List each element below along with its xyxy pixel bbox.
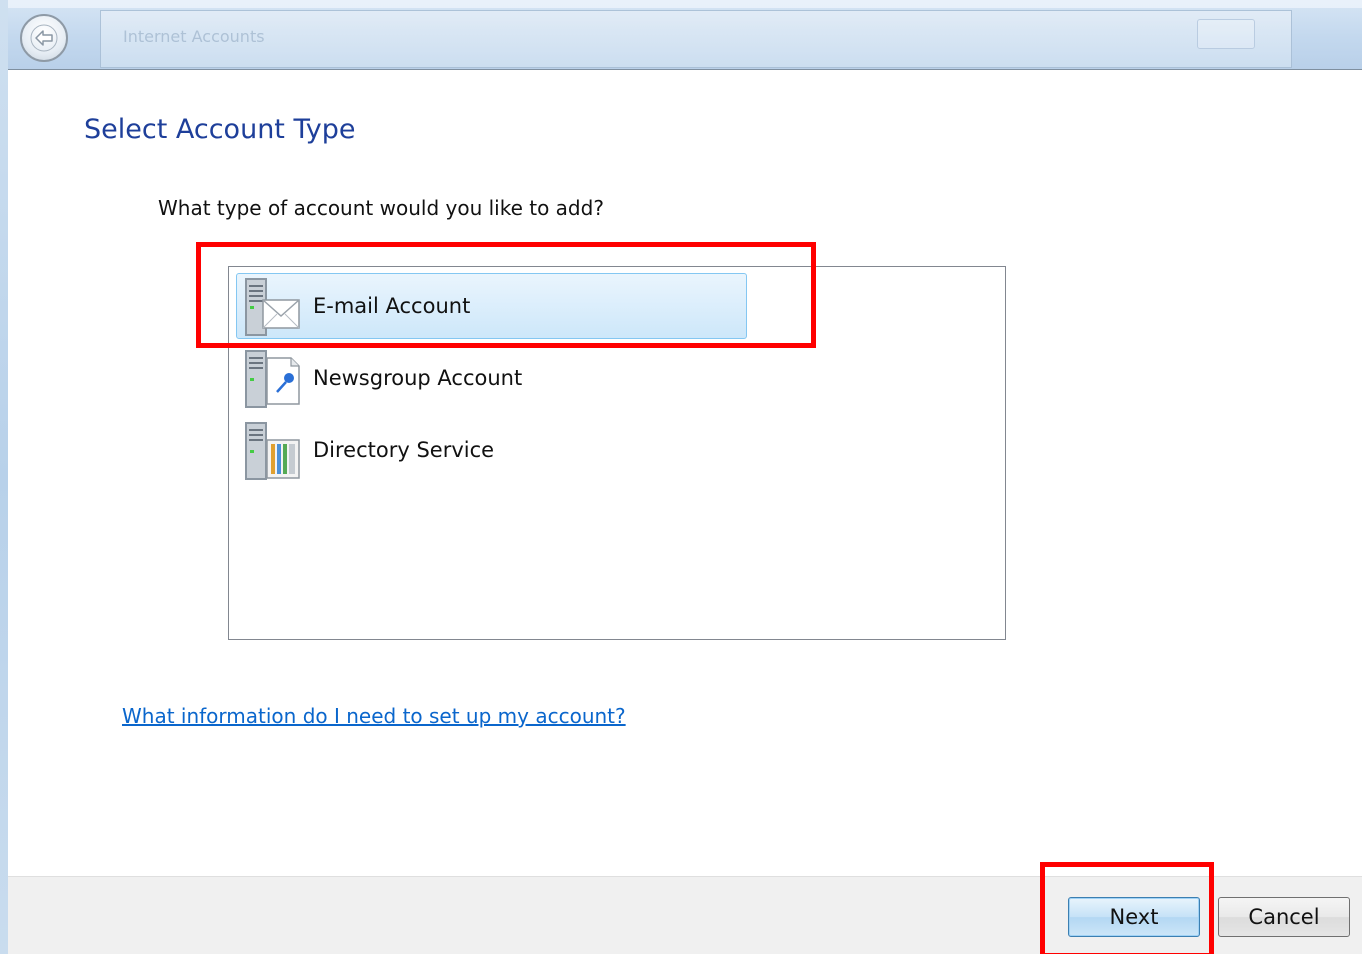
page-title: Select Account Type: [84, 114, 356, 145]
list-item-label: Directory Service: [313, 438, 495, 462]
wizard-button-bar: Next Cancel: [8, 876, 1362, 954]
list-item-newsgroup-account[interactable]: Newsgroup Account: [236, 345, 747, 411]
close-button[interactable]: [1197, 19, 1255, 49]
title-bar: Internet Accounts: [8, 0, 1362, 70]
wizard-content: Select Account Type What type of account…: [8, 70, 1362, 876]
window-title: Internet Accounts: [123, 27, 265, 46]
cancel-button[interactable]: Cancel: [1218, 897, 1350, 937]
back-arrow-icon: [30, 24, 58, 52]
list-item-label: Newsgroup Account: [313, 366, 523, 390]
email-server-icon: [245, 278, 300, 336]
list-item-label: E-mail Account: [313, 294, 471, 318]
list-item-directory-service[interactable]: Directory Service: [236, 417, 747, 483]
title-bar-glass: [8, 0, 1362, 8]
account-type-list[interactable]: E-mail Account Newsgroup Account Directo…: [228, 266, 1006, 640]
account-type-question: What type of account would you like to a…: [158, 196, 604, 220]
account-info-help-link[interactable]: What information do I need to set up my …: [122, 704, 626, 728]
list-item-email-account[interactable]: E-mail Account: [236, 273, 747, 339]
back-button[interactable]: [20, 14, 68, 62]
desktop-background: [0, 0, 8, 954]
directory-server-icon: [245, 422, 300, 480]
newsgroup-server-icon: [245, 350, 300, 408]
window-title-strip: Internet Accounts: [100, 10, 1292, 68]
next-button[interactable]: Next: [1068, 897, 1200, 937]
